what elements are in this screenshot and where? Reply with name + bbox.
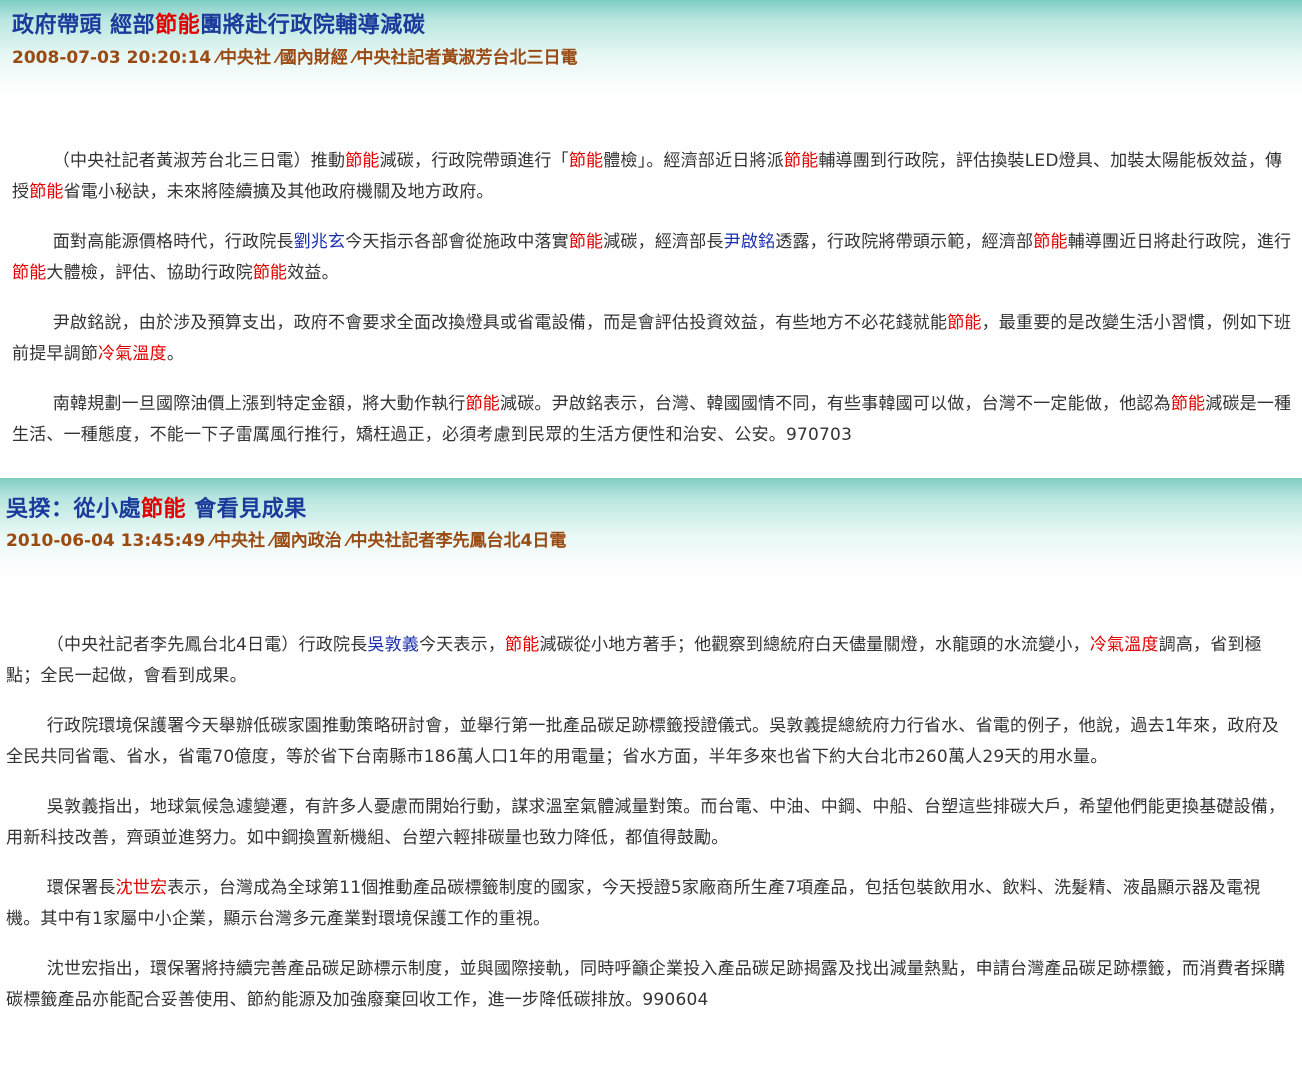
keyword-link[interactable]: 節能: [569, 232, 603, 252]
article-title[interactable]: 政府帶頭 經部節能團將赴行政院輔導減碳: [12, 7, 425, 39]
article-2: 吳揆：從小處節能 會看見成果 2010-06-04 13:45:49 ⁄中央社 …: [0, 478, 1302, 1084]
paragraph-text: 南韓規劃一旦國際油價上漲到特定金額，將大動作執行: [52, 394, 466, 414]
article-paragraph: 吳敦義指出，地球氣候急遽變遷，有許多人憂慮而開始行動，謀求溫室氣體減量對策。而台…: [6, 792, 1294, 854]
paragraph-text: 今天表示，: [419, 635, 506, 655]
keyword-link[interactable]: 節能: [505, 635, 539, 655]
article-paragraph: 面對高能源價格時代，行政院長劉兆玄今天指示各部會從施政中落實節能減碳，經濟部長尹…: [12, 227, 1294, 289]
paragraph-text: 面對高能源價格時代，行政院長: [52, 232, 294, 252]
paragraph-text: 減碳，經濟部長: [603, 232, 724, 252]
paragraph-text: 體檢」。經濟部近日將派: [603, 151, 784, 171]
article-paragraph: （中央社記者李先鳳台北4日電）行政院長吳敦義今天表示，節能減碳從小地方著手；他觀…: [6, 630, 1294, 692]
keyword-link[interactable]: 節能: [29, 182, 63, 202]
keyword-link[interactable]: 沈世宏: [116, 878, 168, 898]
keyword-link[interactable]: 節能: [345, 151, 379, 171]
article-meta: 2008-07-03 20:20:14 ⁄中央社 ⁄國內財經 ⁄中央社記者黃淑芳…: [12, 48, 578, 68]
title-text: 政府帶頭 經部: [12, 13, 156, 38]
article-body: （中央社記者李先鳳台北4日電）行政院長吳敦義今天表示，節能減碳從小地方著手；他觀…: [6, 630, 1294, 1035]
person-name-link[interactable]: 吳敦義: [367, 635, 419, 655]
paragraph-text: 表示，台灣成為全球第11個推動產品碳標籤制度的國家，今天授證5家廠商所生產7項產…: [6, 878, 1261, 929]
article-paragraph: 沈世宏指出，環保署將持續完善產品碳足跡標示制度，並與國際接軌，同時呼籲企業投入產…: [6, 954, 1294, 1016]
keyword-link[interactable]: 冷氣溫度: [98, 344, 167, 364]
keyword-link[interactable]: 節能: [784, 151, 818, 171]
person-name-link[interactable]: 尹啟銘: [724, 232, 776, 252]
title-text: 會看見成果: [186, 497, 307, 522]
paragraph-text: 效益。: [287, 263, 339, 283]
paragraph-text: 減碳。尹啟銘表示，台灣、韓國國情不同，有些事韓國可以做，台灣不一定能做，他認為: [500, 394, 1171, 414]
article-paragraph: 尹啟銘說，由於涉及預算支出，政府不會要求全面改換燈具或省電設備，而是會評估投資效…: [12, 308, 1294, 370]
keyword-link[interactable]: 節能: [12, 263, 46, 283]
article-paragraph: 行政院環境保護署今天舉辦低碳家園推動策略研討會，並舉行第一批產品碳足跡標籤授證儀…: [6, 711, 1294, 773]
keyword-link[interactable]: 節能: [466, 394, 500, 414]
article-header: 吳揆：從小處節能 會看見成果 2010-06-04 13:45:49 ⁄中央社 …: [0, 478, 1302, 586]
title-keyword-highlight: 節能: [141, 497, 187, 522]
article-title[interactable]: 吳揆：從小處節能 會看見成果: [6, 491, 307, 523]
paragraph-text: 減碳從小地方著手；他觀察到總統府白天儘量關燈，水龍頭的水流變小，: [539, 635, 1090, 655]
keyword-link[interactable]: 節能: [253, 263, 287, 283]
article-paragraph: 環保署長沈世宏表示，台灣成為全球第11個推動產品碳標籤制度的國家，今天授證5家廠…: [6, 873, 1294, 935]
paragraph-text: （中央社記者黃淑芳台北三日電）推動: [52, 151, 346, 171]
paragraph-text: 大體檢，評估、協助行政院: [46, 263, 253, 283]
article-meta: 2010-06-04 13:45:49 ⁄中央社 ⁄國內政治 ⁄中央社記者李先鳳…: [6, 531, 567, 551]
paragraph-text: 省電小秘訣，未來將陸續擴及其他政府機關及地方政府。: [63, 182, 494, 202]
article-1: 政府帶頭 經部節能團將赴行政院輔導減碳 2008-07-03 20:20:14 …: [0, 0, 1302, 478]
paragraph-text: 今天指示各部會從施政中落實: [345, 232, 569, 252]
keyword-link[interactable]: 節能: [569, 151, 603, 171]
article-body: （中央社記者黃淑芳台北三日電）推動節能減碳，行政院帶頭進行「節能體檢」。經濟部近…: [12, 146, 1294, 470]
paragraph-text: （中央社記者李先鳳台北4日電）行政院長: [46, 635, 368, 655]
paragraph-text: 。: [166, 344, 185, 364]
article-header: 政府帶頭 經部節能團將赴行政院輔導減碳 2008-07-03 20:20:14 …: [0, 0, 1302, 100]
paragraph-text: 環保署長: [46, 878, 116, 898]
title-keyword-highlight: 節能: [155, 13, 201, 38]
paragraph-text: 輔導團近日將赴行政院，進行: [1067, 232, 1292, 252]
keyword-link[interactable]: 節能: [947, 313, 981, 333]
paragraph-text: 行政院環境保護署今天舉辦低碳家園推動策略研討會，並舉行第一批產品碳足跡標籤授證儀…: [6, 716, 1280, 767]
article-paragraph: （中央社記者黃淑芳台北三日電）推動節能減碳，行政院帶頭進行「節能體檢」。經濟部近…: [12, 146, 1294, 208]
keyword-link[interactable]: 節能: [1033, 232, 1067, 252]
person-name-link[interactable]: 劉兆玄: [294, 232, 346, 252]
title-text: 吳揆：從小處: [6, 497, 142, 522]
article-paragraph: 南韓規劃一旦國際油價上漲到特定金額，將大動作執行節能減碳。尹啟銘表示，台灣、韓國…: [12, 389, 1294, 451]
keyword-link[interactable]: 節能: [1171, 394, 1205, 414]
paragraph-text: 尹啟銘說，由於涉及預算支出，政府不會要求全面改換燈具或省電設備，而是會評估投資效…: [52, 313, 948, 333]
paragraph-text: 透露，行政院將帶頭示範，經濟部: [775, 232, 1034, 252]
paragraph-text: 減碳，行政院帶頭進行「: [379, 151, 569, 171]
keyword-link[interactable]: 冷氣溫度: [1090, 635, 1159, 655]
paragraph-text: 吳敦義指出，地球氣候急遽變遷，有許多人憂慮而開始行動，謀求溫室氣體減量對策。而台…: [6, 797, 1286, 848]
title-text: 團將赴行政院輔導減碳: [200, 13, 426, 38]
paragraph-text: 沈世宏指出，環保署將持續完善產品碳足跡標示制度，並與國際接軌，同時呼籲企業投入產…: [6, 959, 1286, 1010]
